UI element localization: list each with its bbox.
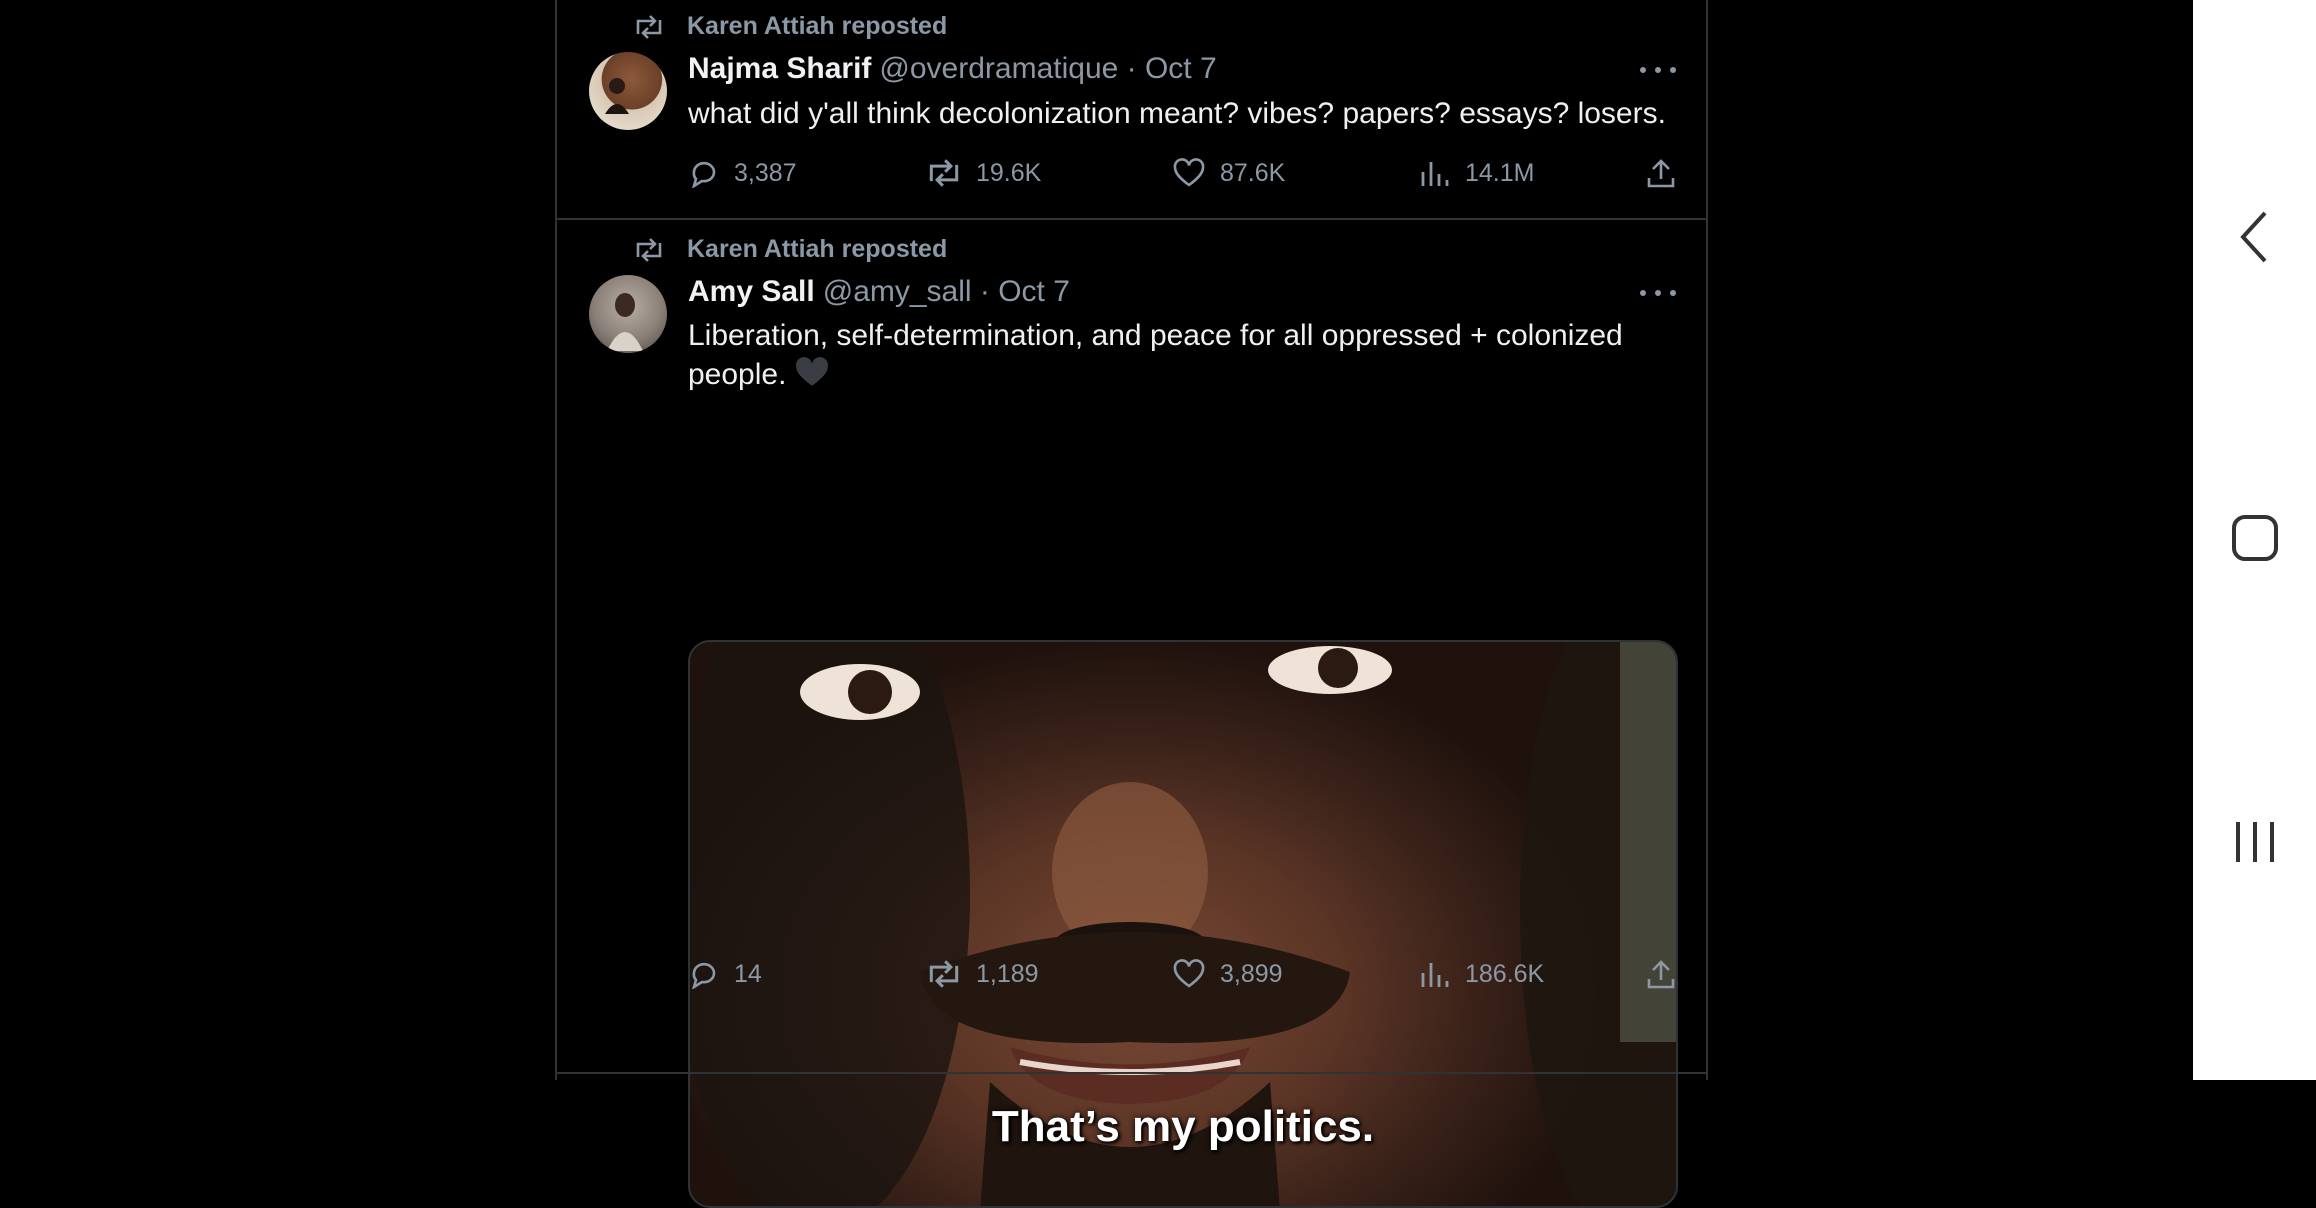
repost-context[interactable]: Karen Attiah reposted — [634, 12, 947, 41]
tweet-header: Amy Sall @amy_sall · Oct 7 — [688, 275, 1070, 309]
home-square-icon — [2231, 515, 2278, 561]
repost-icon — [929, 159, 959, 187]
author-handle-date[interactable]: @overdramatique · Oct 7 — [879, 52, 1216, 86]
media-caption: That’s my politics. — [991, 1102, 1375, 1151]
author-name[interactable]: Amy Sall — [688, 275, 815, 309]
repost-button[interactable]: 1,189 — [926, 959, 1039, 989]
repost-label: Karen Attiah reposted — [687, 235, 948, 263]
avatar-figure — [607, 293, 643, 351]
tweet-header: Najma Sharif @overdramatique · Oct 7 — [688, 52, 1217, 86]
avatar[interactable] — [589, 52, 667, 130]
recents-button[interactable] — [2193, 782, 2316, 902]
like-count: 87.6K — [1220, 158, 1286, 187]
repost-icon — [636, 14, 662, 39]
share-button[interactable] — [1645, 959, 1677, 996]
views-button[interactable]: 14.1M — [1419, 158, 1534, 188]
views-icon — [1421, 162, 1449, 186]
reply-button[interactable]: 14 — [688, 959, 762, 989]
like-count: 3,899 — [1220, 959, 1283, 988]
navigation-bar — [2193, 0, 2316, 1080]
views-icon — [1421, 963, 1449, 987]
repost-count: 19.6K — [976, 158, 1042, 187]
avatar-figure — [605, 78, 629, 114]
heart-icon — [1173, 158, 1205, 187]
tweet-text: what did y'all think decolonization mean… — [688, 97, 1666, 130]
share-icon — [1647, 960, 1675, 989]
reply-icon — [692, 962, 716, 989]
tweet[interactable]: Karen Attiah reposted Najma Sharif @over… — [557, 0, 1706, 222]
share-icon — [1647, 159, 1675, 188]
author-name[interactable]: Najma Sharif — [688, 52, 871, 86]
tweet-actions: 3,387 19.6K 87.6K 14.1M — [688, 158, 1678, 198]
chevron-left-icon — [2239, 211, 2266, 263]
divider — [557, 1072, 1706, 1074]
repost-icon — [636, 237, 662, 262]
tweet-text: Liberation, self-determination, and peac… — [688, 316, 1688, 394]
reply-icon — [692, 161, 716, 188]
divider — [557, 218, 1706, 220]
tweet-text-line-2: people. — [688, 355, 1688, 394]
reply-button[interactable]: 3,387 — [688, 158, 797, 188]
tweet-text-line: Liberation, self-determination, and peac… — [688, 319, 1623, 352]
reply-count: 14 — [734, 959, 762, 988]
repost-context[interactable]: Karen Attiah reposted — [634, 235, 947, 264]
recents-icon — [2235, 822, 2274, 862]
black-heart-icon — [796, 357, 829, 386]
tweet[interactable]: Karen Attiah reposted Amy Sall @amy_sall… — [557, 222, 1706, 1208]
heart-icon — [1173, 959, 1205, 988]
like-button[interactable]: 3,899 — [1172, 959, 1283, 989]
repost-button[interactable]: 19.6K — [926, 158, 1041, 188]
timeline: Karen Attiah reposted Najma Sharif @over… — [555, 0, 1708, 1208]
author-handle-date[interactable]: @amy_sall · Oct 7 — [823, 275, 1070, 309]
reply-count: 3,387 — [734, 158, 797, 187]
view-count: 186.6K — [1465, 959, 1545, 988]
more-icon[interactable] — [1640, 290, 1676, 298]
repost-count: 1,189 — [976, 959, 1039, 988]
tweet-actions: 14 1,189 3,899 186.6K — [688, 959, 1678, 999]
back-button[interactable] — [2193, 177, 2316, 297]
more-icon[interactable] — [1640, 67, 1676, 75]
tweet-text-line: people. — [688, 358, 787, 391]
home-button[interactable] — [2193, 478, 2316, 598]
like-button[interactable]: 87.6K — [1172, 158, 1285, 188]
view-count: 14.1M — [1465, 158, 1535, 187]
avatar[interactable] — [589, 275, 667, 353]
views-button[interactable]: 186.6K — [1419, 959, 1544, 989]
repost-label: Karen Attiah reposted — [687, 12, 948, 40]
tweet-media-image[interactable]: That’s my politics. — [688, 640, 1678, 1208]
repost-icon — [929, 960, 959, 988]
share-button[interactable] — [1645, 158, 1677, 195]
